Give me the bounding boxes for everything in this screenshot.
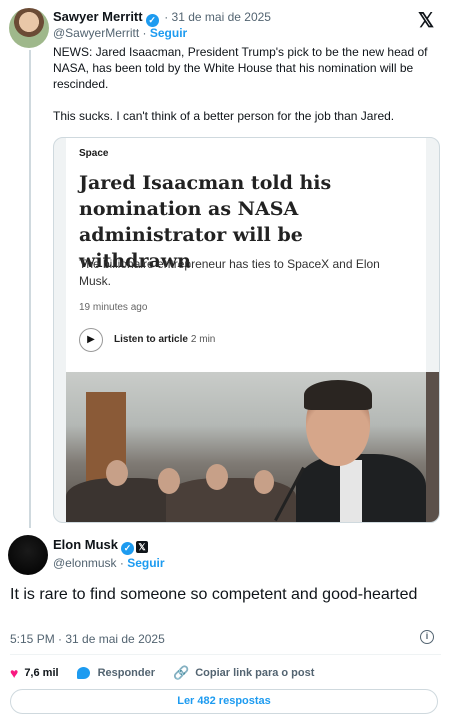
author-handle: @SawyerMerritt · Seguir bbox=[53, 26, 187, 40]
follow-button[interactable]: Seguir bbox=[150, 26, 187, 40]
reply-button[interactable]: Responder bbox=[76, 667, 156, 679]
like-button[interactable]: ♥ 7,6 mil bbox=[10, 665, 59, 681]
divider bbox=[10, 654, 441, 655]
separator: · bbox=[116, 556, 128, 570]
tweet-text: NEWS: Jared Isaacman, President Trump's … bbox=[53, 44, 443, 124]
listen-to-article: Listen to article 2 min bbox=[114, 334, 215, 345]
article-photo bbox=[66, 372, 426, 522]
thread-line bbox=[29, 50, 31, 528]
link-icon: 🔗 bbox=[173, 665, 190, 680]
info-icon[interactable]: i bbox=[420, 630, 434, 644]
read-replies-button[interactable]: Ler 482 respostas bbox=[10, 689, 438, 714]
reply-bubble-icon bbox=[76, 667, 90, 679]
listen-duration: 2 min bbox=[190, 334, 216, 345]
photo-shirt bbox=[340, 460, 362, 522]
tweet-text-paragraph-1: NEWS: Jared Isaacman, President Trump's … bbox=[53, 45, 428, 91]
verified-badge-icon: ✓ bbox=[121, 542, 135, 555]
copy-link-button[interactable]: 🔗 Copiar link para o post bbox=[173, 665, 314, 681]
play-icon: ▶ bbox=[79, 328, 103, 352]
handle-text[interactable]: @elonmusk bbox=[53, 556, 117, 570]
follow-button[interactable]: Seguir bbox=[127, 556, 164, 570]
avatar[interactable] bbox=[9, 8, 49, 48]
article-card[interactable]: Space Jared Isaacman told his nomination… bbox=[53, 137, 440, 523]
author-name[interactable]: Elon Musk ✓ 𝕏 bbox=[53, 537, 149, 555]
photo-person bbox=[206, 464, 228, 490]
author-name-text[interactable]: Elon Musk bbox=[53, 537, 118, 552]
x-logo-icon[interactable]: 𝕏 bbox=[418, 8, 434, 33]
article-subtitle: The billionaire entrepreneur has ties to… bbox=[79, 257, 380, 288]
author-handle: @elonmusk · Seguir bbox=[53, 556, 165, 570]
separator: · bbox=[139, 26, 150, 40]
photo-edge-left bbox=[53, 372, 54, 523]
reply-label: Responder bbox=[97, 667, 156, 679]
author-name-text[interactable]: Sawyer Merritt bbox=[53, 9, 143, 24]
article-time: 19 minutes ago bbox=[79, 302, 148, 313]
tweet-text-paragraph-2: This sucks. I can't think of a better pe… bbox=[53, 109, 395, 123]
post-timestamp[interactable]: 5:15 PM · 31 de mai de 2025 bbox=[10, 632, 165, 646]
photo-edge-right bbox=[426, 372, 439, 522]
like-count: 7,6 mil bbox=[24, 667, 59, 679]
photo-person bbox=[254, 470, 274, 494]
article-section: Space bbox=[79, 148, 109, 159]
tweet-text: It is rare to find someone so competent … bbox=[10, 586, 418, 603]
action-bar: ♥ 7,6 mil Responder 🔗 Copiar link para o… bbox=[10, 665, 332, 681]
heart-icon: ♥ bbox=[10, 665, 19, 681]
author-name[interactable]: Sawyer Merritt ✓ · 31 de mai de 2025 bbox=[53, 9, 271, 27]
copy-link-label: Copiar link para o post bbox=[195, 667, 315, 679]
quoted-tweet: Sawyer Merritt ✓ · 31 de mai de 2025 @Saw… bbox=[0, 0, 451, 528]
photo-person bbox=[158, 468, 180, 494]
reply-tweet: Elon Musk ✓ 𝕏 @elonmusk · Seguir It is rar… bbox=[0, 528, 451, 717]
photo-hair bbox=[304, 380, 372, 410]
post-date[interactable]: · 31 de mai de 2025 bbox=[164, 10, 271, 24]
x-affiliate-badge-icon: 𝕏 bbox=[136, 541, 149, 553]
handle-text[interactable]: @SawyerMerritt bbox=[53, 26, 139, 40]
avatar[interactable] bbox=[8, 535, 48, 575]
photo-person bbox=[106, 460, 128, 486]
article-screenshot: Space Jared Isaacman told his nomination… bbox=[66, 138, 426, 372]
listen-label: Listen to article bbox=[114, 334, 188, 345]
